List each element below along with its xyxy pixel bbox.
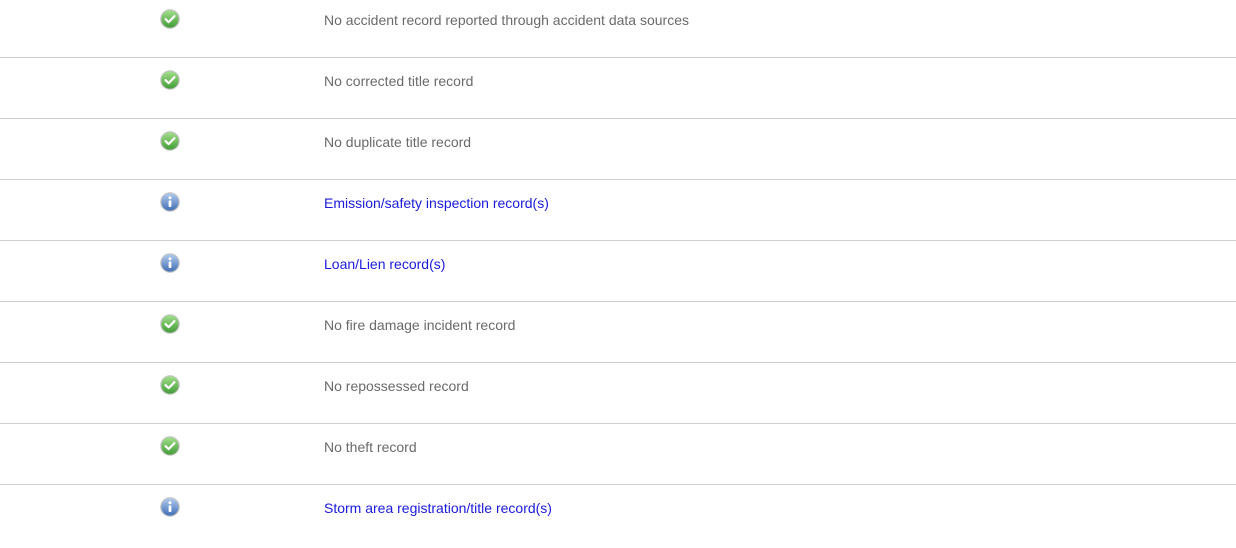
vehicle-record-list: No accident record reported through acci… [0, 0, 1236, 544]
record-row-theft: No theft record [0, 423, 1236, 484]
record-text: No corrected title record [324, 73, 474, 89]
info-circle-icon [160, 497, 180, 517]
storm-area-link[interactable]: Storm area registration/title record(s) [324, 499, 552, 517]
loan-lien-link[interactable]: Loan/Lien record(s) [324, 255, 445, 273]
record-text: No fire damage incident record [324, 317, 516, 333]
check-circle-icon [160, 314, 180, 334]
record-row-fire-damage: No fire damage incident record [0, 301, 1236, 362]
record-row-duplicate-title: No duplicate title record [0, 118, 1236, 179]
info-circle-icon [160, 253, 180, 273]
record-row-loan-lien: Loan/Lien record(s) [0, 240, 1236, 301]
record-text: No repossessed record [324, 378, 469, 394]
check-circle-icon [160, 9, 180, 29]
record-row-accident: No accident record reported through acci… [0, 0, 1236, 57]
emission-inspection-link[interactable]: Emission/safety inspection record(s) [324, 194, 549, 212]
record-text: No duplicate title record [324, 134, 472, 150]
record-text: No accident record reported through acci… [324, 12, 689, 28]
record-row-repossessed: No repossessed record [0, 362, 1236, 423]
record-row-emission-inspection: Emission/safety inspection record(s) [0, 179, 1236, 240]
check-circle-icon [160, 131, 180, 151]
info-circle-icon [160, 192, 180, 212]
record-row-corrected-title: No corrected title record [0, 57, 1236, 118]
record-row-storm-area: Storm area registration/title record(s) [0, 484, 1236, 544]
check-circle-icon [160, 375, 180, 395]
record-text: No theft record [324, 439, 417, 455]
check-circle-icon [160, 436, 180, 456]
check-circle-icon [160, 70, 180, 90]
